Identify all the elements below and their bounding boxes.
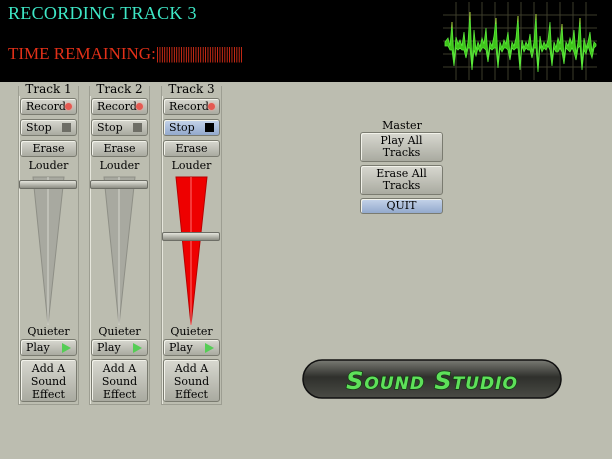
quieter-label: Quieter [98, 325, 141, 338]
volume-slider-handle[interactable] [19, 180, 77, 190]
add-sound-effect-button[interactable]: Add A Sound Effect [20, 359, 77, 402]
quieter-label: Quieter [170, 325, 213, 338]
waveform-display [443, 2, 597, 80]
louder-label: Louder [28, 159, 69, 172]
louder-label: Louder [171, 159, 212, 172]
play-triangle-icon [62, 343, 71, 353]
play-button[interactable]: Play [20, 339, 77, 356]
stop-label: Stop [97, 121, 123, 134]
quieter-label: Quieter [27, 325, 70, 338]
sfx-line-1: Add A [174, 362, 209, 375]
track-title: Track 1 [19, 82, 78, 96]
record-led-icon [136, 103, 143, 110]
stop-button[interactable]: Stop [163, 119, 220, 136]
stop-button[interactable]: Stop [91, 119, 148, 136]
volume-fader-track [103, 176, 136, 326]
record-button[interactable]: Record [163, 98, 220, 115]
louder-label: Louder [99, 159, 140, 172]
play-label: Play [169, 341, 193, 354]
record-label: Record [97, 100, 137, 113]
erase-label: Erase [103, 142, 136, 155]
erase-button[interactable]: Erase [163, 140, 220, 157]
sfx-line-2: Sound [101, 375, 138, 388]
record-button[interactable]: Record [20, 98, 77, 115]
erase-all-line-2: Tracks [382, 179, 421, 192]
stop-square-icon [133, 123, 142, 132]
sfx-line-2: Sound [173, 375, 210, 388]
record-button[interactable]: Record [91, 98, 148, 115]
volume-slider-handle[interactable] [162, 232, 220, 242]
volume-fader-track [175, 176, 208, 326]
quit-label: QUIT [386, 199, 417, 212]
add-sound-effect-button[interactable]: Add A Sound Effect [163, 359, 220, 402]
play-all-line-2: Tracks [382, 146, 421, 159]
stop-square-icon [62, 123, 71, 132]
track-panel-2: Track 2 Record Stop Erase Louder Quieter… [89, 82, 150, 405]
erase-all-tracks-button[interactable]: Erase All Tracks [360, 165, 443, 195]
volume-fader-track [32, 176, 65, 326]
time-remaining: TIME REMAINING:|||||||||||||||||||||||||… [8, 44, 244, 64]
sfx-line-1: Add A [102, 362, 137, 375]
sfx-line-3: Effect [103, 388, 136, 401]
play-triangle-icon [133, 343, 142, 353]
svg-text:Sound Studio: Sound Studio [346, 367, 518, 395]
record-led-icon [208, 103, 215, 110]
track-panel-1: Track 1 Record Stop Erase Louder Quieter… [18, 82, 79, 405]
record-label: Record [26, 100, 66, 113]
record-label: Record [169, 100, 209, 113]
time-remaining-label: TIME REMAINING: [8, 44, 156, 63]
erase-button[interactable]: Erase [20, 140, 77, 157]
erase-button[interactable]: Erase [91, 140, 148, 157]
status-header: RECORDING TRACK 3 TIME REMAINING:|||||||… [0, 0, 612, 82]
play-all-tracks-button[interactable]: Play All Tracks [360, 132, 443, 162]
sfx-line-3: Effect [32, 388, 65, 401]
play-triangle-icon [205, 343, 214, 353]
stop-button[interactable]: Stop [20, 119, 77, 136]
time-remaining-bars: |||||||||||||||||||||||||||||||||||| [155, 44, 244, 63]
erase-label: Erase [175, 142, 208, 155]
stop-label: Stop [169, 121, 195, 134]
recording-status-title: RECORDING TRACK 3 [8, 3, 197, 23]
record-led-icon [65, 103, 72, 110]
play-button[interactable]: Play [91, 339, 148, 356]
track-title: Track 2 [90, 82, 149, 96]
volume-slider-handle[interactable] [90, 180, 148, 190]
stop-square-icon [205, 123, 214, 132]
track-panel-3: Track 3 Record Stop Erase Louder Quieter… [161, 82, 222, 405]
stop-label: Stop [26, 121, 52, 134]
sfx-line-1: Add A [31, 362, 66, 375]
sfx-line-2: Sound [30, 375, 67, 388]
add-sound-effect-button[interactable]: Add A Sound Effect [91, 359, 148, 402]
sfx-line-3: Effect [175, 388, 208, 401]
play-label: Play [97, 341, 121, 354]
play-label: Play [26, 341, 50, 354]
quit-button[interactable]: QUIT [360, 198, 443, 214]
erase-label: Erase [32, 142, 65, 155]
master-controls: Master Controls Play All Tracks Erase Al… [359, 119, 445, 215]
sound-studio-logo: Sound Studio [302, 359, 562, 399]
track-title: Track 3 [162, 82, 221, 96]
play-button[interactable]: Play [163, 339, 220, 356]
